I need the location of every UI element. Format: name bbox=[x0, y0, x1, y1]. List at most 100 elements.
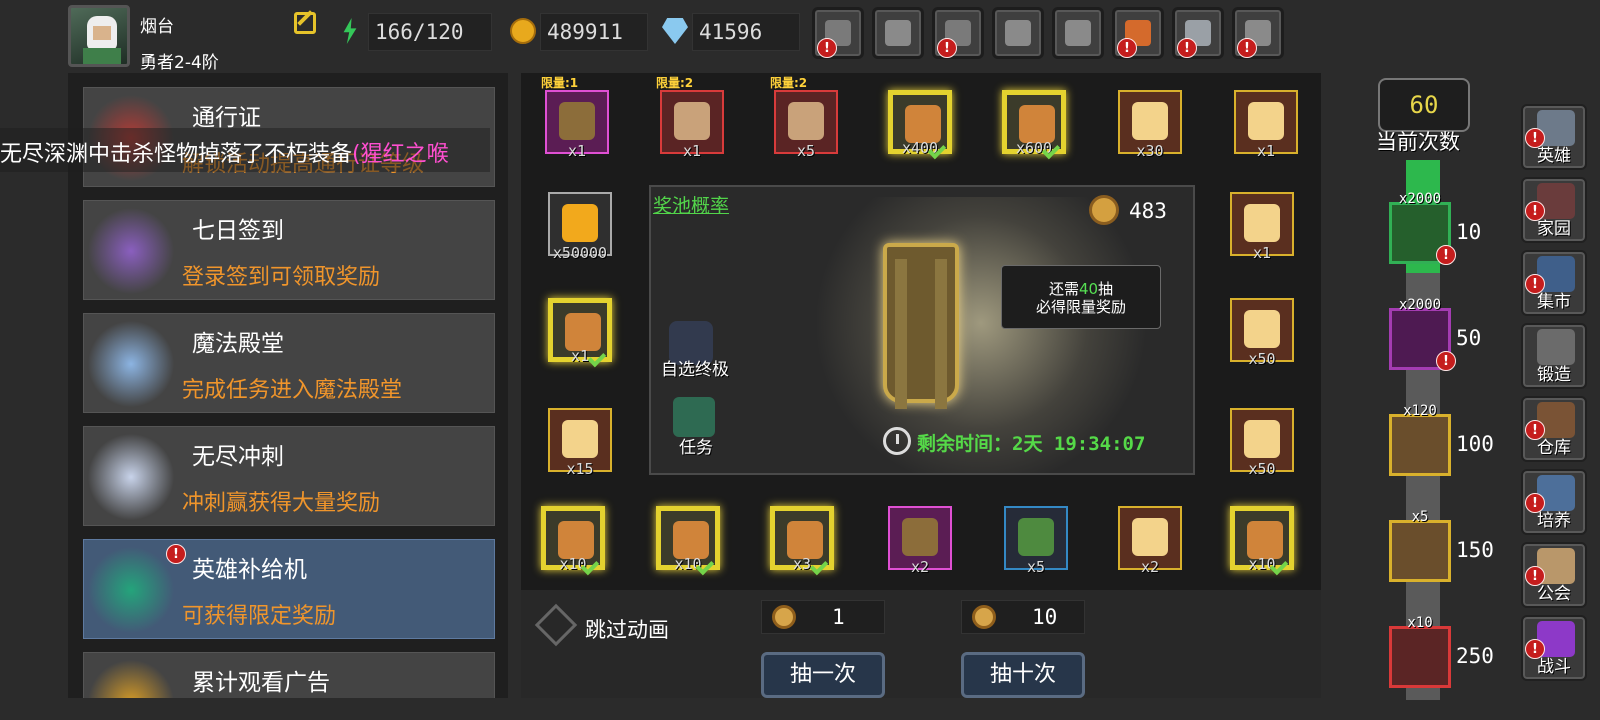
avatar-face bbox=[93, 26, 111, 40]
pity-suffix: 抽 bbox=[1098, 280, 1114, 298]
nav-button[interactable]: 英雄! bbox=[1521, 104, 1587, 170]
skip-animation-checkbox[interactable] bbox=[534, 603, 578, 647]
single-cost-value: 1 bbox=[832, 605, 845, 629]
nav-button[interactable]: 家园! bbox=[1521, 177, 1587, 243]
event-description: 完成任务进入魔法殿堂 bbox=[182, 378, 403, 403]
reward-icon bbox=[565, 313, 601, 351]
settings-button[interactable] bbox=[992, 7, 1044, 59]
reward-slot[interactable]: x2 bbox=[1118, 506, 1182, 576]
reward-icon bbox=[1244, 310, 1280, 348]
milestone-reward[interactable]: x120 bbox=[1389, 403, 1451, 476]
event-icon bbox=[88, 659, 174, 698]
milestone-reward[interactable]: x10 bbox=[1389, 615, 1451, 688]
pool-probability-link[interactable]: 奖池概率 bbox=[653, 191, 729, 218]
reward-slot[interactable]: x1 限量:1 bbox=[541, 76, 609, 160]
event-item[interactable]: 累计观看广告 bbox=[83, 652, 495, 698]
alert-badge: ! bbox=[1525, 493, 1545, 513]
reward-icon bbox=[905, 105, 941, 143]
reward-slot[interactable]: x10 bbox=[656, 506, 720, 576]
event-title: 魔法殿堂 bbox=[192, 331, 284, 357]
marquee-highlight: (猩红之喉 bbox=[352, 142, 449, 167]
reward-pillar bbox=[883, 243, 959, 409]
reward-count: x50 bbox=[1248, 460, 1276, 478]
reward-icon bbox=[562, 204, 598, 242]
wheel-button[interactable]: ! bbox=[1112, 7, 1164, 59]
milestone-count: x2000 bbox=[1398, 297, 1442, 313]
reward-slot[interactable]: x5 限量:2 bbox=[770, 76, 838, 160]
event-icon bbox=[88, 546, 174, 634]
battle-button[interactable]: ! bbox=[1232, 7, 1284, 59]
reward-count: x2 bbox=[910, 558, 930, 576]
reward-slot[interactable]: x1 限量:2 bbox=[656, 76, 724, 160]
task-label[interactable]: 任务 bbox=[679, 433, 713, 458]
draw-once-button[interactable]: 抽一次 bbox=[761, 652, 885, 698]
event-item[interactable]: 魔法殿堂完成任务进入魔法殿堂 bbox=[83, 313, 495, 413]
milestone-count: x10 bbox=[1407, 615, 1433, 631]
reward-slot[interactable]: x1 bbox=[548, 298, 612, 368]
mail-button[interactable] bbox=[872, 7, 924, 59]
auto-select-label[interactable]: 自选终极 bbox=[661, 355, 729, 380]
reward-slot[interactable]: x3 bbox=[770, 506, 834, 576]
single-draw-cost: 1 bbox=[761, 600, 885, 634]
reward-slot[interactable]: x400 bbox=[888, 90, 952, 160]
alert-badge: ! bbox=[817, 38, 837, 58]
reward-slot[interactable]: x10 bbox=[1230, 506, 1294, 576]
key-count: 483 bbox=[1129, 199, 1167, 223]
reward-count: x5 bbox=[796, 142, 816, 160]
event-description: 冲刺赢获得大量奖励 bbox=[182, 491, 381, 516]
event-description: 可获得限定奖励 bbox=[182, 604, 337, 629]
milestone-threshold: 250 bbox=[1456, 644, 1494, 668]
alert-badge: ! bbox=[1525, 274, 1545, 294]
mail-icon bbox=[885, 20, 911, 46]
reward-slot[interactable]: x30 bbox=[1118, 90, 1182, 160]
draw-controls: 跳过动画 1 10 抽一次 抽十次 bbox=[521, 590, 1321, 698]
nav-button[interactable]: 战斗! bbox=[1521, 615, 1587, 681]
nav-label: 锻造 bbox=[1537, 365, 1571, 385]
task-icon[interactable] bbox=[673, 397, 715, 437]
fireworks-button[interactable]: ! bbox=[1172, 7, 1224, 59]
nav-button[interactable]: 锻造 bbox=[1521, 323, 1587, 389]
edit-icon[interactable] bbox=[294, 12, 316, 34]
reward-icon bbox=[1132, 518, 1168, 556]
timer-value: 2天 19:34:07 bbox=[1012, 433, 1146, 455]
reward-slot[interactable]: x1 bbox=[1234, 90, 1298, 160]
reward-slot[interactable]: x50 bbox=[1230, 408, 1294, 478]
reward-slot[interactable]: x1 bbox=[1230, 192, 1294, 262]
alert-badge: ! bbox=[1177, 38, 1197, 58]
reward-count: x1 bbox=[1252, 244, 1272, 262]
reward-slot[interactable]: x10 bbox=[541, 506, 605, 576]
reward-slot[interactable]: x50000 bbox=[548, 192, 612, 262]
shop-button[interactable]: ! bbox=[812, 7, 864, 59]
nav-button[interactable]: 集市! bbox=[1521, 250, 1587, 316]
milestone-reward[interactable]: x2000! bbox=[1389, 297, 1456, 371]
nav-button[interactable]: 公会! bbox=[1521, 542, 1587, 608]
reward-icon bbox=[674, 102, 710, 140]
reward-slot[interactable]: x50 bbox=[1230, 298, 1294, 368]
reward-slot[interactable]: x5 bbox=[1004, 506, 1068, 576]
alert-badge: ! bbox=[1525, 201, 1545, 221]
event-item[interactable]: 英雄补给机 可获得限定奖励! bbox=[83, 539, 495, 639]
skip-animation-label[interactable]: 跳过动画 bbox=[585, 614, 669, 644]
nav-button[interactable]: 仓库! bbox=[1521, 396, 1587, 462]
gift-button[interactable] bbox=[1052, 7, 1104, 59]
player-avatar[interactable] bbox=[68, 5, 130, 67]
reward-slot[interactable]: x15 bbox=[548, 408, 612, 478]
event-item[interactable]: 无尽冲刺 冲刺赢获得大量奖励 bbox=[83, 426, 495, 526]
limit-tag: 限量:2 bbox=[656, 76, 694, 90]
pity-line-2: 必得限量奖励 bbox=[1035, 298, 1126, 316]
reward-icon bbox=[558, 521, 594, 559]
alert-badge: ! bbox=[1525, 639, 1545, 659]
draw-ten-button[interactable]: 抽十次 bbox=[961, 652, 1085, 698]
reward-slot[interactable]: x2 bbox=[888, 506, 952, 576]
alert-badge: ! bbox=[1436, 351, 1456, 371]
player-name: 烟台 bbox=[140, 17, 174, 37]
nav-button[interactable]: 培养! bbox=[1521, 469, 1587, 535]
energy-value: 166/120 bbox=[368, 13, 492, 51]
milestone-reward[interactable]: x5 bbox=[1389, 509, 1451, 582]
event-item[interactable]: 七日签到 登录签到可领取奖励 bbox=[83, 200, 495, 300]
reward-slot[interactable]: x600 bbox=[1002, 90, 1066, 160]
milestone-reward[interactable]: x2000! bbox=[1389, 191, 1456, 265]
key-icon bbox=[772, 605, 796, 629]
gamepad-button[interactable]: ! bbox=[932, 7, 984, 59]
reward-icon bbox=[902, 518, 938, 556]
